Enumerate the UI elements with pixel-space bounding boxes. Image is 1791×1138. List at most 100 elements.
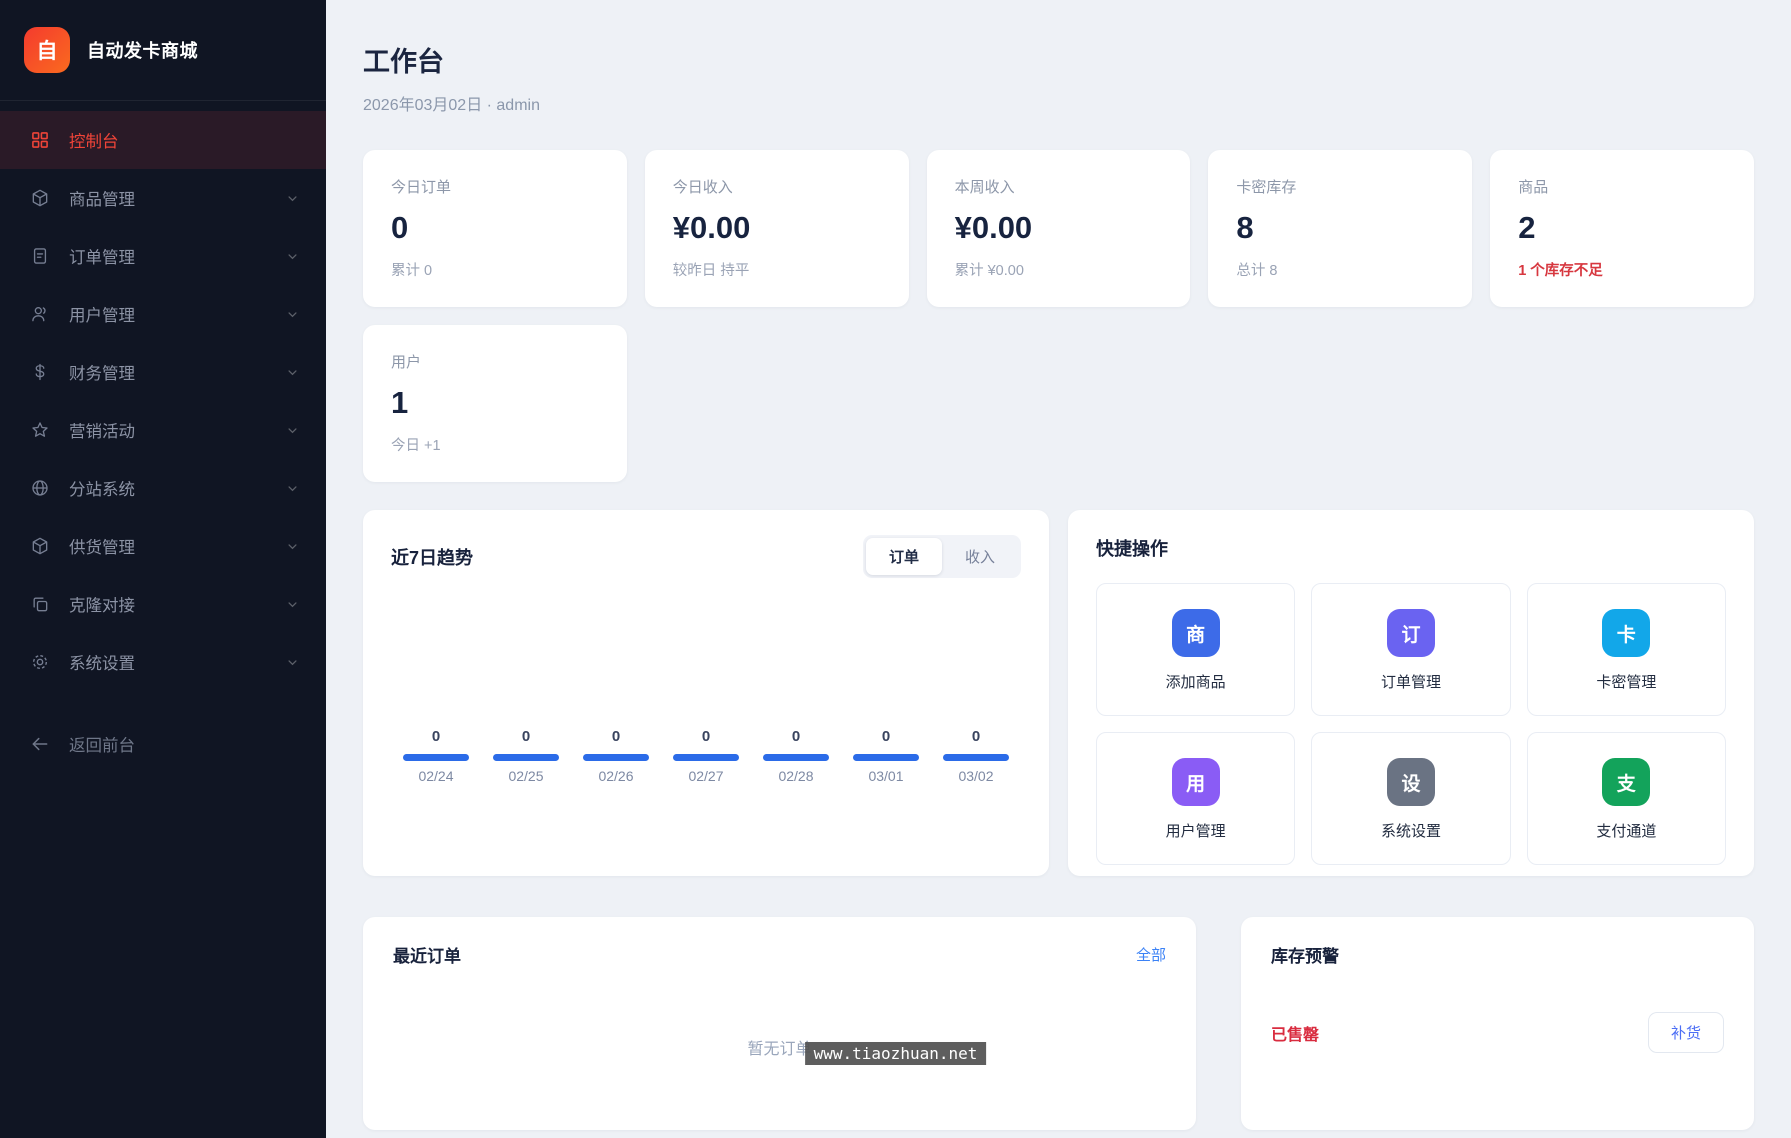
sidebar-item-label: 用户管理 xyxy=(69,302,135,326)
bar xyxy=(853,754,920,761)
stat-sub: 较昨日 持平 xyxy=(673,259,881,280)
bar-value: 0 xyxy=(391,728,481,745)
chevron-down-icon xyxy=(285,539,300,554)
admin-dashboard: 自 自动发卡商城 控制台 商品管理 订单管理 xyxy=(0,0,1791,1138)
bar-date: 02/25 xyxy=(481,768,571,784)
stock-alert-title: 库存预警 xyxy=(1271,942,1724,967)
quick-action-label: 支付通道 xyxy=(1528,820,1725,841)
bar-value: 0 xyxy=(661,728,751,745)
quick-action-label: 卡密管理 xyxy=(1528,671,1725,692)
middle-row: 近7日趋势 订单 收入 0 02/24 0 02/25 xyxy=(363,510,1754,876)
stat-value: 0 xyxy=(391,210,599,246)
back-to-frontend-button[interactable]: 返回前台 xyxy=(0,715,326,773)
dollar-icon xyxy=(30,362,50,382)
quick-action-card-management[interactable]: 卡 卡密管理 xyxy=(1527,583,1726,716)
chevron-down-icon xyxy=(285,655,300,670)
product-icon: 商 xyxy=(1172,609,1220,657)
stat-label: 今日收入 xyxy=(673,176,881,197)
sidebar-item-label: 系统设置 xyxy=(69,650,135,674)
stat-sub: 累计 ¥0.00 xyxy=(955,259,1163,280)
bar-value: 0 xyxy=(481,728,571,745)
restock-button[interactable]: 补货 xyxy=(1648,1012,1724,1053)
recent-orders-panel: 最近订单 全部 暂无订单 xyxy=(363,917,1196,1130)
star-icon xyxy=(30,420,50,440)
bar xyxy=(583,754,650,761)
bar-date: 02/27 xyxy=(661,768,751,784)
stat-label: 卡密库存 xyxy=(1236,176,1444,197)
chevron-down-icon xyxy=(285,307,300,322)
stat-sub-low-stock-warning: 1 个库存不足 xyxy=(1518,259,1726,280)
quick-action-add-product[interactable]: 商 添加商品 xyxy=(1096,583,1295,716)
chevron-down-icon xyxy=(285,481,300,496)
bar-column: 0 02/25 xyxy=(481,728,571,784)
stat-card-week-revenue: 本周收入 ¥0.00 累计 ¥0.00 xyxy=(927,150,1191,307)
trend-series-toggle: 订单 收入 xyxy=(863,535,1021,578)
quick-action-label: 用户管理 xyxy=(1097,820,1294,841)
bar-date: 02/28 xyxy=(751,768,841,784)
view-all-orders-link[interactable]: 全部 xyxy=(1136,944,1166,965)
tab-orders[interactable]: 订单 xyxy=(866,538,942,575)
quick-action-label: 系统设置 xyxy=(1312,820,1509,841)
bar xyxy=(403,754,470,761)
bar-value: 0 xyxy=(571,728,661,745)
stock-alert-panel: 库存预警 已售罄 补货 xyxy=(1241,917,1754,1130)
bottom-row: 最近订单 全部 暂无订单 库存预警 已售罄 补货 xyxy=(363,917,1754,1130)
app-title: 自动发卡商城 xyxy=(87,37,198,63)
sidebar: 自 自动发卡商城 控制台 商品管理 订单管理 xyxy=(0,0,326,1138)
bar xyxy=(673,754,740,761)
quick-action-order-management[interactable]: 订 订单管理 xyxy=(1311,583,1510,716)
user-icon: 用 xyxy=(1172,758,1220,806)
quick-action-user-management[interactable]: 用 用户管理 xyxy=(1096,732,1295,865)
recent-orders-title: 最近订单 xyxy=(393,942,461,967)
arrow-left-icon xyxy=(30,734,50,754)
card-icon: 卡 xyxy=(1602,609,1650,657)
bar xyxy=(493,754,560,761)
bar-date: 03/01 xyxy=(841,768,931,784)
sidebar-item-orders[interactable]: 订单管理 xyxy=(0,227,326,285)
tab-revenue[interactable]: 收入 xyxy=(942,538,1018,575)
payment-icon: 支 xyxy=(1602,758,1650,806)
quick-actions-title: 快捷操作 xyxy=(1096,535,1726,561)
stat-sub: 累计 0 xyxy=(391,259,599,280)
bar-value: 0 xyxy=(841,728,931,745)
bar-column: 0 03/01 xyxy=(841,728,931,784)
stock-alert-row: 已售罄 补货 xyxy=(1271,1012,1724,1053)
grid-icon xyxy=(30,130,50,150)
sidebar-item-label: 供货管理 xyxy=(69,534,135,558)
trend-title: 近7日趋势 xyxy=(391,544,473,570)
sidebar-item-products[interactable]: 商品管理 xyxy=(0,169,326,227)
sidebar-item-finance[interactable]: 财务管理 xyxy=(0,343,326,401)
main-content: 工作台 2026年03月02日 · admin 今日订单 0 累计 0 今日收入… xyxy=(326,0,1791,1138)
sidebar-item-users[interactable]: 用户管理 xyxy=(0,285,326,343)
settings-icon: 设 xyxy=(1387,758,1435,806)
site-watermark: www.tiaozhuan.net xyxy=(805,1042,987,1065)
trend-bar-chart: 0 02/24 0 02/25 0 02/26 xyxy=(391,728,1021,784)
stats-row-2: 用户 1 今日 +1 xyxy=(363,325,1754,482)
sidebar-item-label: 商品管理 xyxy=(69,186,135,210)
sidebar-item-supply[interactable]: 供货管理 xyxy=(0,517,326,575)
brand: 自 自动发卡商城 xyxy=(0,0,326,101)
page-title: 工作台 xyxy=(363,40,1754,79)
stat-sub: 总计 8 xyxy=(1236,259,1444,280)
sidebar-item-substations[interactable]: 分站系统 xyxy=(0,459,326,517)
gear-icon xyxy=(30,652,50,672)
bar-column: 0 02/26 xyxy=(571,728,661,784)
stat-card-today-orders: 今日订单 0 累计 0 xyxy=(363,150,627,307)
stat-label: 今日订单 xyxy=(391,176,599,197)
order-icon: 订 xyxy=(1387,609,1435,657)
chevron-down-icon xyxy=(285,597,300,612)
sidebar-item-label: 营销活动 xyxy=(69,418,135,442)
bar-column: 0 02/28 xyxy=(751,728,841,784)
quick-action-payment-channels[interactable]: 支 支付通道 xyxy=(1527,732,1726,865)
bar-column: 0 03/02 xyxy=(931,728,1021,784)
sidebar-item-dashboard[interactable]: 控制台 xyxy=(0,111,326,169)
sidebar-item-marketing[interactable]: 营销活动 xyxy=(0,401,326,459)
sidebar-item-label: 财务管理 xyxy=(69,360,135,384)
stat-label: 本周收入 xyxy=(955,176,1163,197)
sidebar-item-clone[interactable]: 克隆对接 xyxy=(0,575,326,633)
quick-action-system-settings[interactable]: 设 系统设置 xyxy=(1311,732,1510,865)
cube-icon xyxy=(30,536,50,556)
sidebar-item-settings[interactable]: 系统设置 xyxy=(0,633,326,691)
chevron-down-icon xyxy=(285,191,300,206)
stat-value: 8 xyxy=(1236,210,1444,246)
